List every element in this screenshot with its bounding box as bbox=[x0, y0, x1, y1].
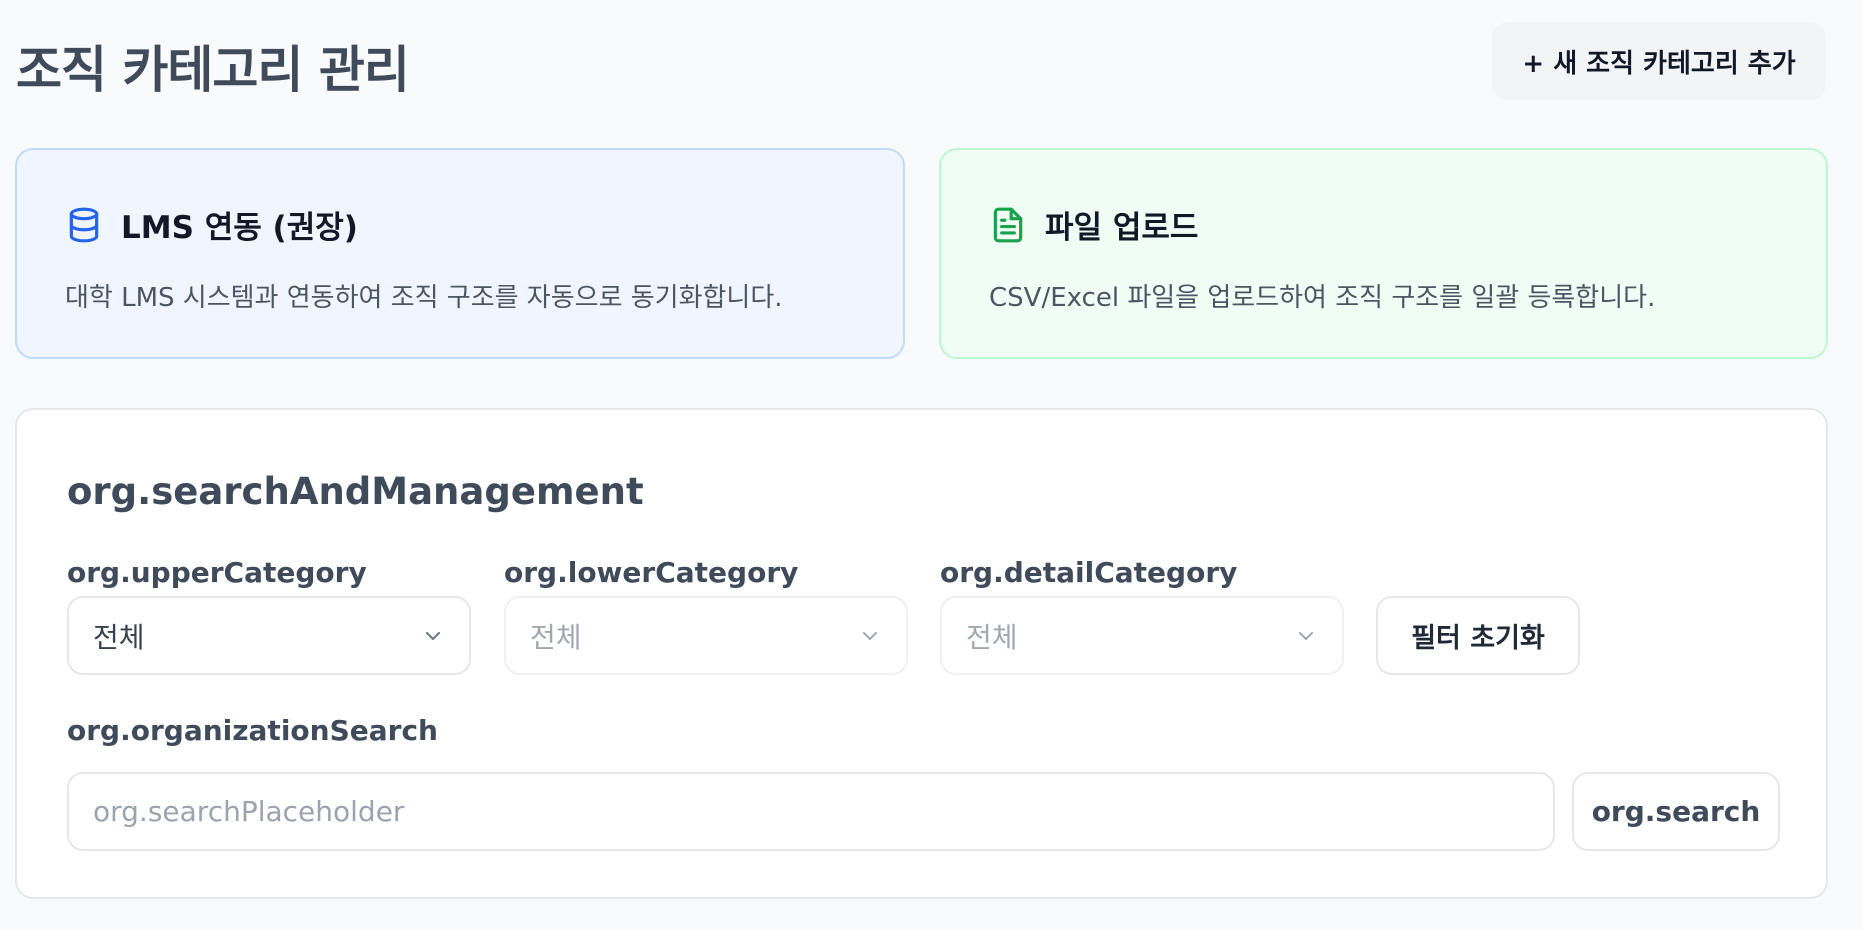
detail-category-select[interactable]: 전체 bbox=[940, 596, 1344, 675]
lower-category-select[interactable]: 전체 bbox=[504, 596, 908, 675]
lms-card-header: LMS 연동 (권장) bbox=[65, 202, 855, 247]
detail-category-value: 전체 bbox=[966, 620, 1018, 654]
file-upload-card[interactable]: 파일 업로드 CSV/Excel 파일을 업로드하여 조직 구조를 일괄 등록합… bbox=[939, 148, 1828, 359]
upper-category-select[interactable]: 전체 bbox=[67, 596, 471, 675]
file-card-description: CSV/Excel 파일을 업로드하여 조직 구조를 일괄 등록합니다. bbox=[989, 283, 1656, 313]
file-text-icon bbox=[989, 206, 1027, 244]
search-management-panel: org.searchAndManagement org.upperCategor… bbox=[15, 408, 1828, 899]
file-card-header: 파일 업로드 bbox=[989, 202, 1778, 247]
organization-search-input[interactable] bbox=[67, 772, 1555, 851]
panel-title: org.searchAndManagement bbox=[67, 470, 644, 513]
file-card-title: 파일 업로드 bbox=[1045, 210, 1199, 246]
reset-filters-button[interactable]: 필터 초기화 bbox=[1376, 596, 1580, 675]
lms-card-description: 대학 LMS 시스템과 연동하여 조직 구조를 자동으로 동기화합니다. bbox=[65, 283, 783, 313]
add-category-button[interactable]: + 새 조직 카테고리 추가 bbox=[1492, 22, 1826, 100]
lms-integration-card[interactable]: LMS 연동 (권장) 대학 LMS 시스템과 연동하여 조직 구조를 자동으로… bbox=[15, 148, 905, 359]
page-title: 조직 카테고리 관리 bbox=[16, 41, 410, 99]
chevron-down-icon bbox=[858, 624, 882, 648]
lms-card-title: LMS 연동 (권장) bbox=[121, 210, 358, 246]
organization-search-label: org.organizationSearch bbox=[67, 714, 438, 747]
lower-category-label: org.lowerCategory bbox=[504, 556, 799, 589]
upper-category-label: org.upperCategory bbox=[67, 556, 367, 589]
search-button[interactable]: org.search bbox=[1572, 772, 1780, 851]
org-category-page: 조직 카테고리 관리 + 새 조직 카테고리 추가 LMS 연동 (권장) 대학… bbox=[0, 0, 1862, 930]
lower-category-value: 전체 bbox=[530, 620, 582, 654]
detail-category-label: org.detailCategory bbox=[940, 556, 1238, 589]
database-icon bbox=[65, 206, 103, 244]
chevron-down-icon bbox=[421, 624, 445, 648]
upper-category-value: 전체 bbox=[93, 620, 145, 654]
chevron-down-icon bbox=[1294, 624, 1318, 648]
